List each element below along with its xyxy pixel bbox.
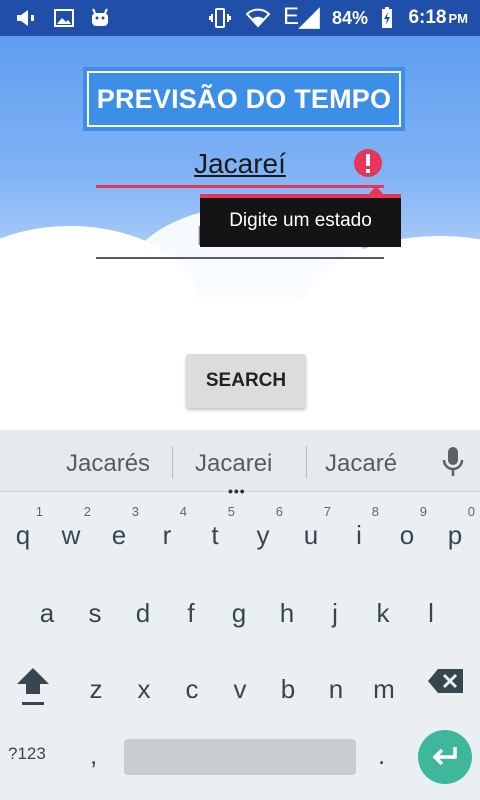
state-underline xyxy=(96,257,384,259)
key-s[interactable]: s xyxy=(73,576,117,640)
key-f[interactable]: f xyxy=(169,576,213,640)
app-title-banner: PREVISÃO DO TEMPO xyxy=(83,67,405,131)
search-button[interactable]: SEARCH xyxy=(186,354,306,408)
key-w[interactable]: 2w xyxy=(49,498,93,562)
key-v[interactable]: v xyxy=(218,652,262,716)
enter-icon xyxy=(432,747,457,766)
key-a[interactable]: a xyxy=(25,576,69,640)
error-popup: Digite um estado xyxy=(200,194,401,247)
image-icon xyxy=(54,9,74,27)
key-j[interactable]: j xyxy=(313,576,357,640)
city-input-value[interactable]: Jacareí xyxy=(96,148,384,180)
period-key[interactable]: . xyxy=(378,740,385,771)
suggestion-3[interactable]: Jacaré xyxy=(325,450,397,478)
key-m[interactable]: m xyxy=(362,652,406,716)
symbols-key[interactable]: ?123 xyxy=(8,744,46,764)
key-n[interactable]: n xyxy=(314,652,358,716)
key-o[interactable]: 9o xyxy=(385,498,429,562)
comma-key[interactable]: , xyxy=(90,740,97,771)
city-underline xyxy=(96,185,384,188)
key-g[interactable]: g xyxy=(217,576,261,640)
more-suggestions-icon[interactable]: ••• xyxy=(228,483,246,499)
city-field[interactable]: Jacareí xyxy=(96,144,384,188)
clock: 6:18 PM xyxy=(408,7,468,28)
key-y[interactable]: 6y xyxy=(241,498,285,562)
key-t[interactable]: 5t xyxy=(193,498,237,562)
keyboard: Jacarés Jacarei Jacaré ••• 1q 2w 3e 4r 5… xyxy=(0,430,480,800)
android-icon xyxy=(92,8,108,26)
key-b[interactable]: b xyxy=(266,652,310,716)
battery-percent: 84% xyxy=(332,8,369,28)
key-u[interactable]: 7u xyxy=(289,498,333,562)
key-p[interactable]: 0p xyxy=(433,498,477,562)
battery-charging-icon xyxy=(382,7,392,28)
vibrate-icon xyxy=(209,8,231,28)
megaphone-icon xyxy=(17,10,34,26)
key-d[interactable]: d xyxy=(121,576,165,640)
key-h[interactable]: h xyxy=(265,576,309,640)
page-title: PREVISÃO DO TEMPO xyxy=(87,71,401,127)
status-bar: E 84% 6:18 PM xyxy=(0,0,480,36)
suggestion-strip: Jacarés Jacarei Jacaré ••• xyxy=(0,430,480,499)
signal-icon xyxy=(298,7,320,29)
backspace-icon[interactable] xyxy=(426,666,466,696)
key-q[interactable]: 1q xyxy=(1,498,45,562)
key-c[interactable]: c xyxy=(170,652,214,716)
key-r[interactable]: 4r xyxy=(145,498,189,562)
error-icon xyxy=(354,149,382,177)
key-x[interactable]: x xyxy=(122,652,166,716)
key-e[interactable]: 3e xyxy=(97,498,141,562)
key-k[interactable]: k xyxy=(361,576,405,640)
weather-app: PREVISÃO DO TEMPO Jacareí Digite um esta… xyxy=(0,36,480,430)
key-l[interactable]: l xyxy=(409,576,453,640)
suggestion-2[interactable]: Jacarei xyxy=(195,450,272,478)
space-bar[interactable] xyxy=(124,739,356,775)
wifi-icon xyxy=(246,8,270,28)
shift-icon[interactable] xyxy=(13,664,53,708)
suggestion-1[interactable]: Jacarés xyxy=(66,450,150,478)
microphone-icon[interactable] xyxy=(441,445,465,479)
key-z[interactable]: z xyxy=(74,652,118,716)
key-i[interactable]: 8i xyxy=(337,498,381,562)
enter-key[interactable] xyxy=(418,730,472,784)
